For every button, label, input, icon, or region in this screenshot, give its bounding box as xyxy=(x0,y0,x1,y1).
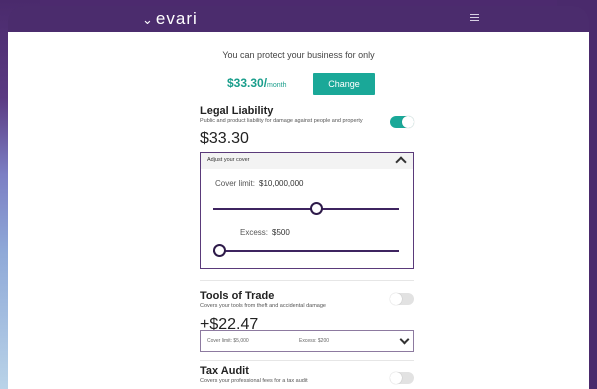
monthly-price: $33.30/month xyxy=(227,76,287,90)
section-divider xyxy=(200,360,414,361)
legal-liability-amount: $33.30 xyxy=(200,130,249,147)
excess-label: Excess: xyxy=(240,228,269,237)
cover-limit-value: $10,000,000 xyxy=(259,179,304,188)
tools-of-trade-description: Covers your tools from theft and acciden… xyxy=(200,303,326,309)
adjust-cover-header[interactable]: Adjust your cover xyxy=(201,153,413,169)
price-amount: $33.30/ xyxy=(227,76,268,90)
toggle-knob xyxy=(390,372,402,384)
legal-liability-title: Legal Liability xyxy=(200,105,274,117)
excess-value: $500 xyxy=(272,228,290,237)
headline: You can protect your business for only xyxy=(222,50,375,60)
cover-limit-slider-track[interactable] xyxy=(213,208,399,210)
excess-slider-thumb[interactable] xyxy=(213,244,226,257)
chevron-down-icon[interactable] xyxy=(399,334,410,345)
excess-slider-track[interactable] xyxy=(213,250,399,252)
legal-liability-section: Legal Liability Public and product liabi… xyxy=(200,105,414,148)
excess-field: Excess: $500 xyxy=(240,228,290,237)
tax-audit-description: Covers your professional fees for a tax … xyxy=(200,378,308,384)
tools-cover-limit: Cover limit: $5,000 xyxy=(207,338,249,344)
tax-audit-toggle[interactable] xyxy=(390,372,414,384)
main-content: You can protect your business for only $… xyxy=(8,32,589,389)
tools-of-trade-section: Tools of Trade Covers your tools from th… xyxy=(200,290,414,309)
toggle-knob xyxy=(402,116,414,128)
tools-excess: Excess: $200 xyxy=(299,338,330,344)
price-period: month xyxy=(267,82,287,89)
adjust-cover-panel: Adjust your cover Cover limit: $10,000,00… xyxy=(200,152,414,269)
cover-limit-label: Cover limit: xyxy=(215,179,256,188)
tax-audit-title: Tax Audit xyxy=(200,365,249,377)
hamburger-menu-icon[interactable] xyxy=(470,14,479,22)
evari-logo[interactable]: ⌄ evari xyxy=(142,9,198,29)
change-button[interactable]: Change xyxy=(313,73,375,95)
tax-audit-section: Tax Audit Covers your professional fees … xyxy=(200,365,414,384)
cover-limit-slider-thumb[interactable] xyxy=(309,202,323,215)
cover-limit-field: Cover limit: $10,000,000 xyxy=(215,179,304,188)
logo-mark-icon: ⌄ xyxy=(142,12,154,27)
adjust-cover-heading: Adjust your cover xyxy=(207,157,250,163)
top-navigation-bar: ⌄ evari xyxy=(8,6,589,32)
tools-of-trade-toggle[interactable] xyxy=(390,293,414,305)
legal-liability-description: Public and product liability for damage … xyxy=(200,118,363,124)
legal-liability-toggle[interactable] xyxy=(390,116,414,128)
chevron-up-icon[interactable] xyxy=(395,156,407,168)
tools-of-trade-cover-panel[interactable]: Cover limit: $5,000 Excess: $200 xyxy=(200,330,414,352)
logo-text: evari xyxy=(155,9,198,28)
section-divider xyxy=(200,280,414,281)
tools-of-trade-title: Tools of Trade xyxy=(200,290,275,302)
device-frame: ⌄ evari You can protect your business for… xyxy=(8,6,589,389)
toggle-knob xyxy=(390,293,402,305)
